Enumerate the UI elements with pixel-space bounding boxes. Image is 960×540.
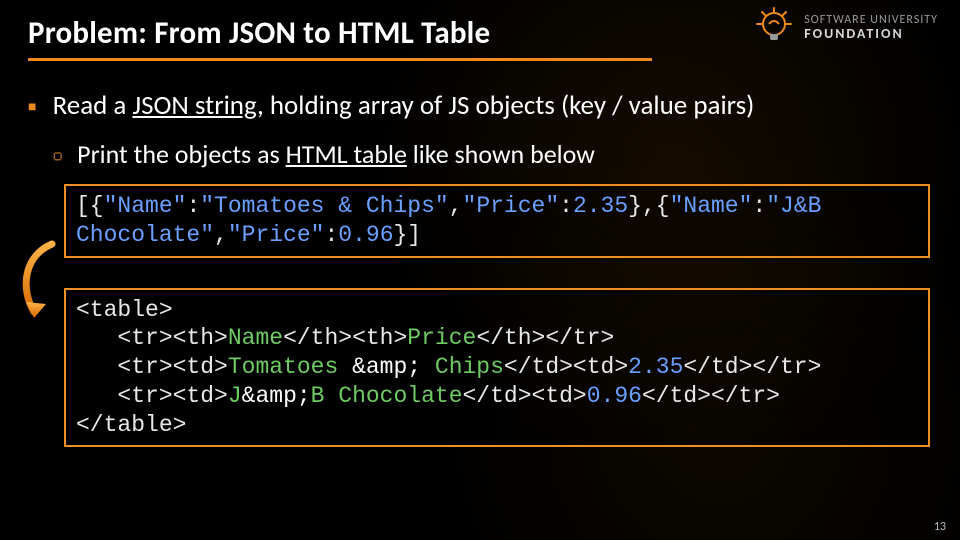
bullet-1a: Print the objects as HTML table like sho… — [54, 138, 932, 170]
lightbulb-icon — [752, 6, 796, 50]
underline-json-string: JSON string — [132, 89, 257, 122]
arrow-icon — [12, 238, 72, 334]
underline-html-table: HTML table — [286, 138, 407, 170]
json-input-box: [{"Name":"Tomatoes & Chips","Price":2.35… — [64, 184, 930, 258]
bullet-1: Read a JSON string, holding array of JS … — [28, 89, 932, 170]
logo: SOFTWARE UNIVERSITY FOUNDATION — [752, 6, 938, 50]
slide: Problem: From JSON to HTML Table SOFTWAR… — [0, 0, 960, 540]
slide-title: Problem: From JSON to HTML Table — [28, 14, 652, 61]
html-output-box: <table> <tr><th>Name</th><th>Price</th><… — [64, 288, 930, 448]
logo-text: SOFTWARE UNIVERSITY FOUNDATION — [804, 14, 938, 41]
page-number: 13 — [934, 520, 946, 534]
logo-line2: FOUNDATION — [804, 27, 938, 42]
bullet-list: Read a JSON string, holding array of JS … — [28, 89, 932, 170]
